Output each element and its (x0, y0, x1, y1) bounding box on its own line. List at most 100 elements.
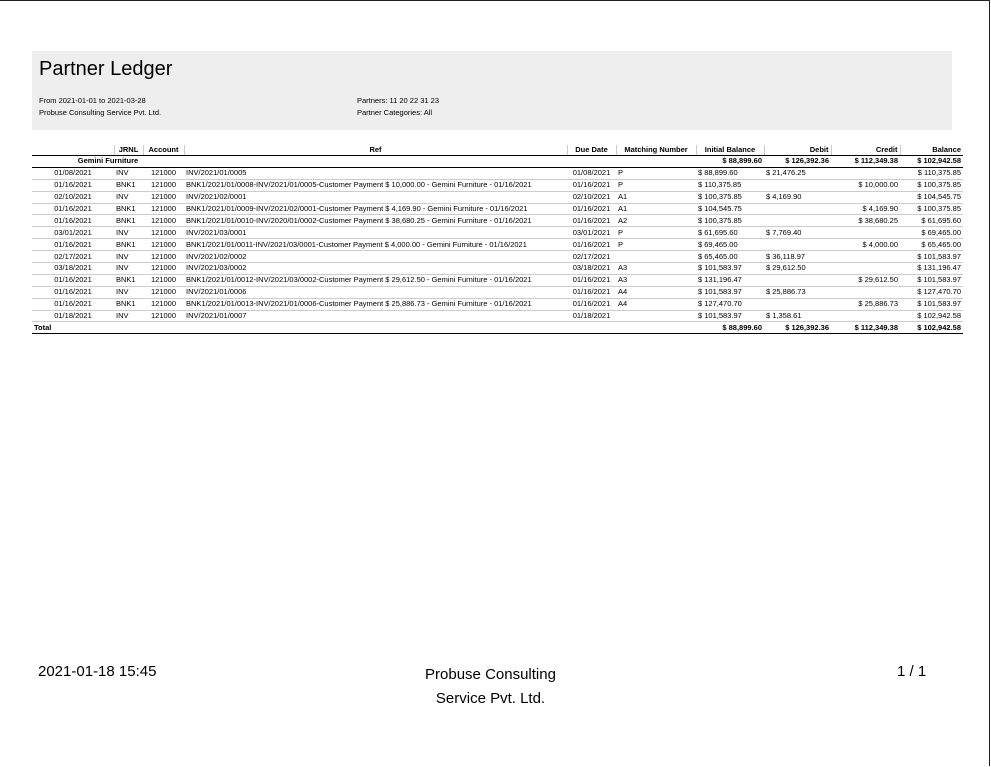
debit (764, 238, 831, 252)
credit: $ 4,169.90 (831, 203, 900, 216)
journal: BNK1 (114, 298, 143, 311)
due-date: 01/16/2021 (567, 274, 616, 287)
credit (831, 286, 900, 299)
reference: INV/2021/03/0002 (184, 262, 567, 275)
matching-number: P (616, 238, 696, 252)
table-row: 01/18/2021 INV 121000 INV/2021/01/0007 01/18… (32, 310, 963, 323)
entry-date: 01/16/2021 (32, 179, 114, 192)
table-row: 01/16/2021 BNK1 121000 BNK1/2021/01/0013-IN… (32, 298, 963, 311)
account: 121000 (143, 250, 184, 264)
initial-balance: $ 65,465.00 (696, 250, 764, 264)
balance: $ 104,545.75 (900, 191, 963, 204)
journal: INV (114, 226, 143, 240)
debit: $ 4,169.90 (764, 191, 831, 204)
due-date: 03/01/2021 (567, 226, 616, 240)
table-row: 01/16/2021 BNK1 121000 BNK1/2021/01/0011-IN… (32, 238, 963, 252)
account: 121000 (143, 298, 184, 311)
table-row: 02/17/2021 INV 121000 INV/2021/02/0002 02/17… (32, 250, 963, 264)
initial-balance: $ 69,465.00 (696, 238, 764, 252)
balance: $ 131,196.47 (900, 262, 963, 275)
account: 121000 (143, 203, 184, 216)
account: 121000 (143, 238, 184, 252)
column-header: Matching Number (616, 145, 697, 156)
journal: INV (114, 286, 143, 299)
partner-name: Gemini Furniture (32, 155, 184, 168)
credit: $ 29,612.50 (831, 274, 900, 287)
total-balance: $ 102,942.58 (900, 321, 963, 335)
reference: BNK1/2021/01/0011-INV/2021/03/0001-Custo… (184, 238, 567, 252)
entry-date: 01/16/2021 (32, 298, 114, 311)
initial-balance: $ 101,583.97 (696, 310, 764, 323)
total-credit: $ 112,349.38 (831, 321, 900, 335)
due-date: 01/16/2021 (567, 214, 616, 228)
balance: $ 100,375.85 (900, 203, 963, 216)
journal: BNK1 (114, 274, 143, 287)
account: 121000 (143, 310, 184, 323)
report-header: Partner Ledger From 2021-01-01 to 2021-0… (32, 51, 952, 130)
debit: $ 7,769.40 (764, 226, 831, 240)
company-name: Probuse Consulting Service Pvt. Ltd. (39, 108, 162, 117)
initial-balance: $ 88,899.60 (696, 167, 764, 180)
journal: INV (114, 250, 143, 264)
journal: INV (114, 167, 143, 180)
debit (764, 274, 831, 287)
account: 121000 (143, 286, 184, 299)
partner-categories-filter: Partner Categories: All (357, 108, 433, 117)
column-header: Initial Balance (696, 145, 765, 156)
matching-number (616, 250, 696, 264)
balance: $ 69,465.00 (900, 226, 963, 240)
debit: $ 1,358.61 (764, 310, 831, 323)
reference: BNK1/2021/01/0012-INV/2021/03/0002-Custo… (184, 274, 567, 287)
debit: $ 21,476.25 (764, 167, 831, 180)
table-row: 01/16/2021 BNK1 121000 BNK1/2021/01/0010-IN… (32, 214, 963, 228)
column-header: Account (143, 145, 185, 156)
credit: $ 25,886.73 (831, 298, 900, 311)
account: 121000 (143, 191, 184, 204)
table-row: 02/10/2021 INV 121000 INV/2021/02/0001 02/10… (32, 191, 963, 204)
partner-debit: $ 126,392.36 (764, 155, 831, 168)
reference: INV/2021/01/0007 (184, 310, 567, 323)
credit: $ 4,000.00 (831, 238, 900, 252)
journal: INV (114, 191, 143, 204)
column-header (32, 145, 115, 156)
journal: BNK1 (114, 203, 143, 216)
balance: $ 101,583.97 (900, 274, 963, 287)
account: 121000 (143, 226, 184, 240)
account: 121000 (143, 179, 184, 192)
entry-date: 01/16/2021 (32, 203, 114, 216)
account: 121000 (143, 167, 184, 180)
reference: BNK1/2021/01/0008-INV/2021/01/0005-Custo… (184, 179, 567, 192)
balance: $ 110,375.85 (900, 167, 963, 180)
entry-date: 02/17/2021 (32, 250, 114, 264)
account: 121000 (143, 262, 184, 275)
debit (764, 298, 831, 311)
reference: INV/2021/02/0001 (184, 191, 567, 204)
matching-number: A3 (616, 274, 696, 287)
column-header: Due Date (567, 145, 617, 156)
entry-date: 01/16/2021 (32, 274, 114, 287)
footer-company: Probuse Consulting Service Pvt. Ltd. (425, 666, 556, 707)
partner-row: Gemini Furniture $ 88,899.60 $ 126,392.3… (32, 155, 963, 168)
journal: BNK1 (114, 214, 143, 228)
table-row: 01/16/2021 INV 121000 INV/2021/01/0006 01/16… (32, 286, 963, 299)
matching-number: A1 (616, 203, 696, 216)
credit (831, 191, 900, 204)
debit (764, 214, 831, 228)
reference: BNK1/2021/01/0013-INV/2021/01/0006-Custo… (184, 298, 567, 311)
matching-number: P (616, 167, 696, 180)
due-date: 01/16/2021 (567, 203, 616, 216)
due-date: 01/16/2021 (567, 298, 616, 311)
report-title: Partner Ledger (39, 58, 173, 80)
journal: BNK1 (114, 179, 143, 192)
balance: $ 65,465.00 (900, 238, 963, 252)
partner-initial-balance: $ 88,899.60 (696, 155, 764, 168)
reference: INV/2021/02/0002 (184, 250, 567, 264)
initial-balance: $ 127,470.70 (696, 298, 764, 311)
debit (764, 179, 831, 192)
credit (831, 167, 900, 180)
debit: $ 29,612.50 (764, 262, 831, 275)
report-filters-left: From 2021-01-01 to 2021-03-28 Probuse Co… (39, 95, 161, 119)
initial-balance: $ 101,583.97 (696, 262, 764, 275)
initial-balance: $ 101,583.97 (696, 286, 764, 299)
column-header: Balance (900, 145, 963, 156)
